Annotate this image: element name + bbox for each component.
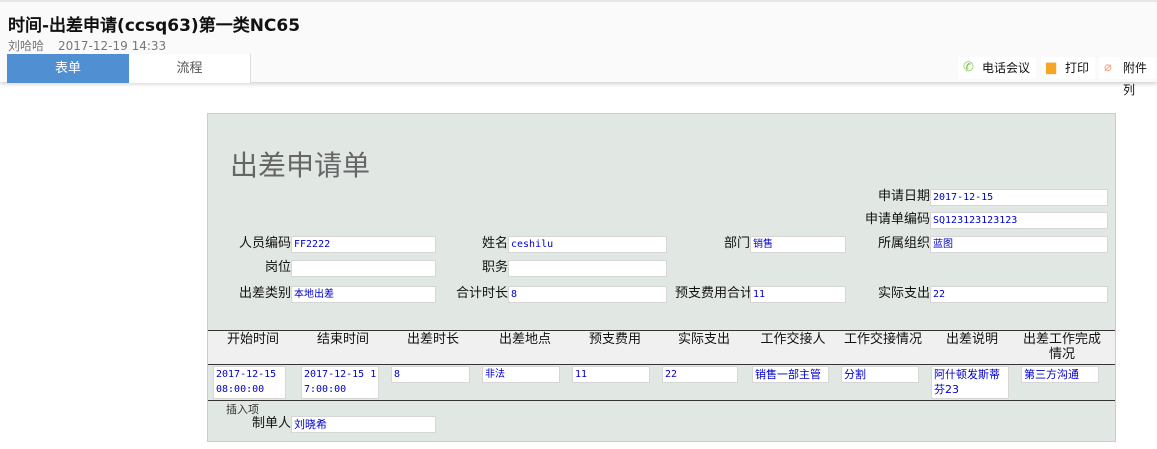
meta: 刘哈哈 2017-12-19 14:33: [8, 37, 180, 54]
divider: [208, 400, 1115, 401]
col-header: 工作交接人: [760, 332, 826, 347]
tab-flow[interactable]: 流程: [129, 54, 251, 83]
col-header: 工作交接情况: [843, 332, 922, 347]
col-header: 出差地点: [498, 332, 551, 347]
col-header: 出差说明: [945, 332, 998, 347]
col-header: 开始时间: [226, 332, 279, 347]
dept-field[interactable]: 销售: [750, 236, 846, 253]
author: 刘哈哈: [8, 39, 45, 53]
total-hours-label: 合计时长: [455, 286, 508, 301]
col-header: 结束时间: [316, 332, 369, 347]
header: 时间-出差申请(ccsq63)第一类NC65 刘哈哈 2017-12-19 14:…: [0, 0, 1157, 97]
col-header: 实际支出: [677, 332, 730, 347]
advance-total-field[interactable]: 11: [750, 286, 846, 303]
phone-icon: ✆: [963, 60, 974, 75]
tab-form[interactable]: 表单: [7, 54, 129, 83]
dept-label: 部门: [723, 236, 750, 251]
actual-label: 实际支出: [877, 286, 930, 301]
print-button[interactable]: ▆ 打印: [1041, 57, 1096, 79]
form-title: 出差申请单: [230, 149, 371, 182]
emp-code-label: 人员编码: [238, 236, 291, 251]
cell-completion[interactable]: 第三方沟通: [1021, 366, 1099, 383]
cell-start-time[interactable]: 2017-12-15 08:00:00: [213, 366, 286, 399]
cell-advance[interactable]: 11: [572, 366, 650, 383]
cell-end-time[interactable]: 2017-12-15 17:00:00: [301, 366, 379, 399]
name-label: 姓名: [481, 236, 508, 251]
post-field[interactable]: [291, 260, 436, 277]
datetime: 2017-12-19 14:33: [58, 39, 167, 53]
cell-handover-person[interactable]: 销售一部主管: [752, 366, 829, 383]
cell-description[interactable]: 阿什顿发斯蒂芬23: [931, 366, 1009, 399]
attach-label: 附件列: [1123, 61, 1148, 97]
advance-total-label: 预支费用合计: [674, 286, 753, 301]
divider: [208, 364, 1115, 365]
cell-hours[interactable]: 8: [391, 366, 470, 383]
phone-meeting-button[interactable]: ✆ 电话会议: [958, 57, 1037, 79]
duty-label: 职务: [481, 260, 508, 275]
code-field[interactable]: SQ123123123123: [930, 212, 1108, 229]
org-field[interactable]: 蓝图: [930, 236, 1108, 253]
divider: [208, 330, 1115, 331]
type-field[interactable]: 本地出差: [291, 286, 436, 303]
col-header: 出差工作完成情况: [1022, 332, 1101, 362]
type-label: 出差类别: [238, 286, 291, 301]
col-header: 出差时长: [406, 332, 459, 347]
col-header: 预支费用: [588, 332, 641, 347]
maker-field[interactable]: 刘晓希: [291, 416, 436, 433]
cell-handover-status[interactable]: 分割: [841, 366, 919, 383]
apply-date-label: 申请日期: [877, 189, 930, 204]
emp-code-field[interactable]: FF2222: [291, 236, 436, 253]
paperclip-icon: ⌀: [1104, 60, 1112, 75]
travel-form: 出差申请单 申请日期 2017-12-15 申请单编码 SQ1231231231…: [207, 113, 1116, 442]
post-label: 岗位: [264, 260, 291, 275]
actual-field[interactable]: 22: [930, 286, 1108, 303]
printer-icon: ▆: [1046, 60, 1056, 75]
total-hours-field[interactable]: 8: [508, 286, 667, 303]
code-label: 申请单编码: [864, 212, 930, 227]
duty-field[interactable]: [508, 260, 667, 277]
print-label: 打印: [1065, 61, 1090, 75]
page-title: 时间-出差申请(ccsq63)第一类NC65: [8, 16, 301, 36]
name-field[interactable]: ceshilu: [508, 236, 667, 253]
phone-label: 电话会议: [982, 61, 1031, 75]
apply-date-field[interactable]: 2017-12-15: [930, 189, 1108, 206]
attachments-button[interactable]: ⌀ 附件列: [1099, 57, 1157, 97]
cell-actual[interactable]: 22: [662, 366, 738, 383]
maker-label: 制单人: [251, 416, 291, 431]
org-label: 所属组织: [877, 236, 930, 251]
cell-location[interactable]: 非法: [482, 366, 560, 383]
